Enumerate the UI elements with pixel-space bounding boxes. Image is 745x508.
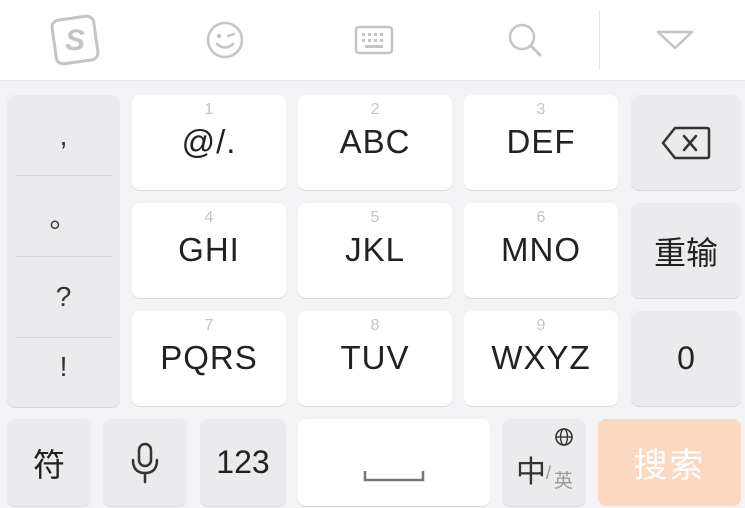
backspace-icon <box>631 95 741 190</box>
key-2[interactable]: 2 ABC <box>298 95 452 190</box>
key-label: MNO <box>501 231 581 268</box>
key-label: WXYZ <box>491 339 591 376</box>
key-label: JKL <box>345 231 405 268</box>
number-mode-label: 123 <box>216 444 270 480</box>
symbol-column: , 。 ? ! <box>7 95 120 407</box>
key-label: PQRS <box>160 339 258 376</box>
symbol-key-exclamation[interactable]: ! <box>15 326 112 407</box>
symbol-key-period[interactable]: 。 <box>15 175 112 256</box>
key-number: 1 <box>204 101 214 118</box>
keyboard-icon[interactable] <box>339 0 409 80</box>
search-button[interactable]: 搜索 <box>598 419 741 506</box>
key-label: @/. <box>181 123 237 160</box>
key-number: 7 <box>204 317 214 334</box>
key-1[interactable]: 1 @/. <box>132 95 286 190</box>
key-number: 4 <box>204 209 214 226</box>
key-number: 2 <box>370 101 380 118</box>
key-label: 0 <box>677 340 695 376</box>
key-0[interactable]: 0 <box>631 311 741 406</box>
key-3[interactable]: 3 DEF <box>464 95 618 190</box>
lang-main-label: 中 <box>516 456 546 489</box>
key-4[interactable]: 4 GHI <box>132 203 286 298</box>
search-icon[interactable] <box>490 0 560 80</box>
number-mode-button[interactable]: 123 <box>200 419 286 506</box>
key-label: TUV <box>340 339 410 376</box>
key-6[interactable]: 6 MNO <box>464 203 618 298</box>
key-label: GHI <box>178 231 240 268</box>
toolbar-divider <box>599 10 600 70</box>
key-number: 5 <box>370 209 380 226</box>
language-switch-button[interactable]: 中 / 英 <box>502 419 586 506</box>
symbol-mode-button[interactable]: 符 <box>7 419 91 506</box>
retype-button[interactable]: 重输 <box>631 203 741 298</box>
symbol-key-question[interactable]: ? <box>15 256 112 337</box>
symbol-key-comma[interactable]: , <box>15 95 112 176</box>
voice-input-button[interactable] <box>103 419 187 506</box>
collapse-icon[interactable] <box>640 0 710 80</box>
space-icon <box>298 419 490 506</box>
search-button-label: 搜索 <box>633 447 706 485</box>
retype-label: 重输 <box>653 234 718 271</box>
globe-icon <box>554 427 574 452</box>
key-number: 6 <box>536 209 546 226</box>
key-label: DEF <box>506 123 576 160</box>
key-9[interactable]: 9 WXYZ <box>464 311 618 406</box>
symbol-mode-label: 符 <box>32 446 65 483</box>
space-bar[interactable] <box>298 419 490 506</box>
backspace-button[interactable] <box>631 95 741 190</box>
lang-sub-label: 英 <box>554 471 574 492</box>
key-number: 3 <box>536 101 546 118</box>
emoji-icon[interactable] <box>190 0 260 80</box>
key-label: ABC <box>339 123 411 160</box>
keyboard-toolbar: S <box>0 0 745 81</box>
lang-separator: / <box>546 463 552 483</box>
key-number: 8 <box>370 317 380 334</box>
key-7[interactable]: 7 PQRS <box>132 311 286 406</box>
key-8[interactable]: 8 TUV <box>298 311 452 406</box>
key-number: 9 <box>536 317 546 334</box>
svg-text:S: S <box>65 24 85 57</box>
microphone-icon <box>103 419 187 506</box>
key-5[interactable]: 5 JKL <box>298 203 452 298</box>
sogou-logo-icon[interactable]: S <box>40 0 110 80</box>
